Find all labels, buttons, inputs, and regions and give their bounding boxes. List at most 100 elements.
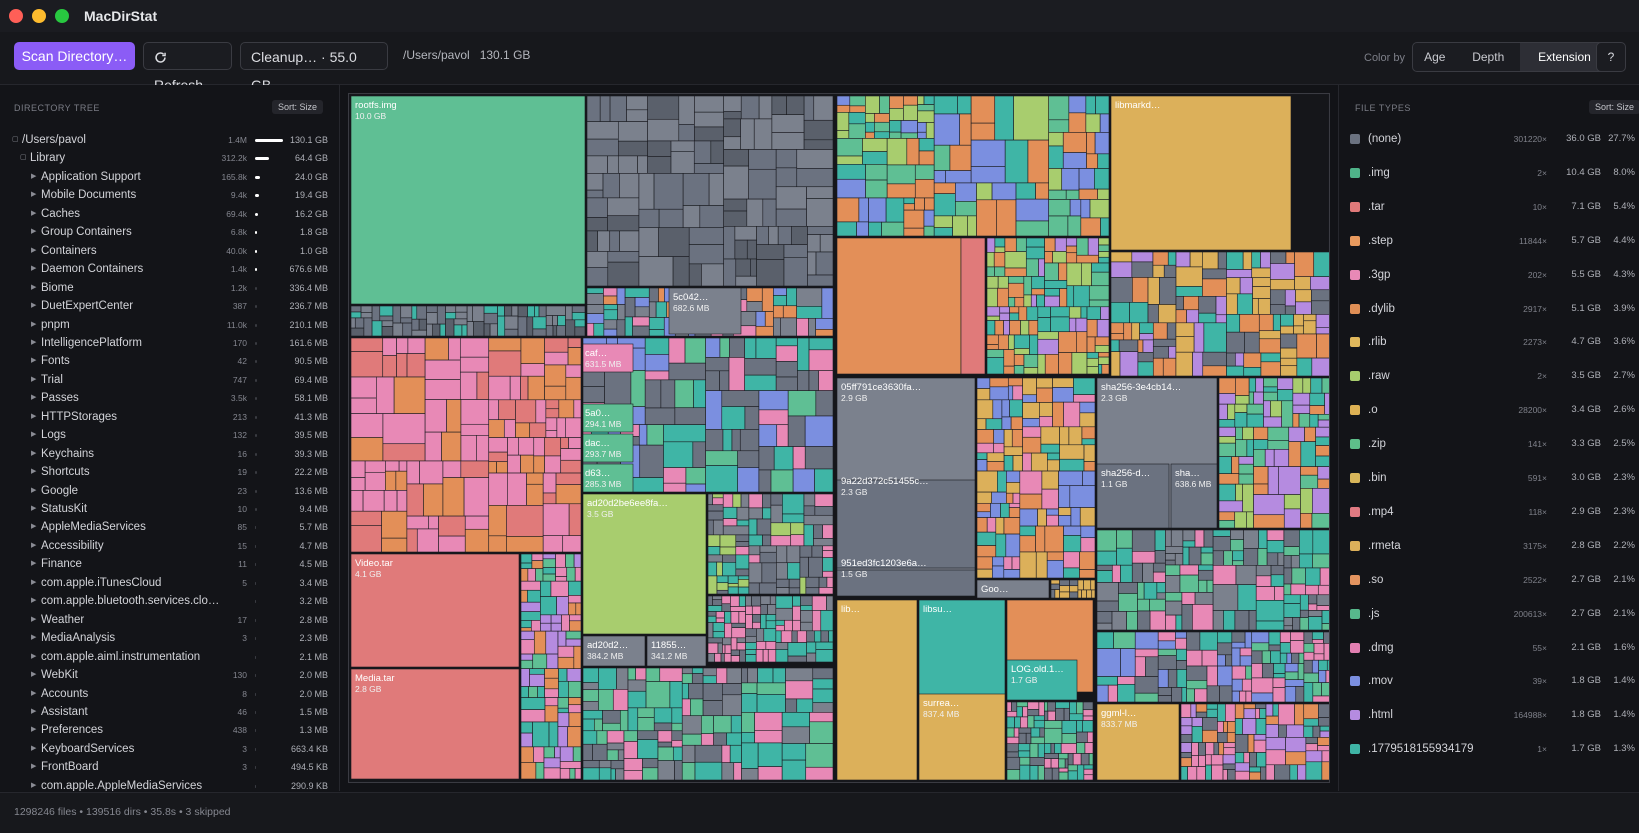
treemap-tile[interactable]: [520, 363, 545, 377]
treemap-tile[interactable]: [1004, 267, 1027, 277]
treemap-tile[interactable]: [889, 120, 902, 133]
treemap-tile[interactable]: [1052, 377, 1074, 388]
treemap-tile[interactable]: [559, 768, 571, 780]
treemap-tile[interactable]: [1231, 678, 1243, 692]
treemap-tile[interactable]: [624, 287, 650, 298]
treemap-tile[interactable]: [986, 357, 1005, 375]
treemap-tile[interactable]: [917, 131, 927, 139]
treemap-tile[interactable]: [1286, 652, 1292, 664]
treemap-tile[interactable]: [507, 437, 519, 456]
treemap-tile[interactable]: [1217, 703, 1226, 722]
treemap-tile[interactable]: [459, 356, 490, 373]
treemap-tile[interactable]: [1037, 508, 1047, 527]
treemap-tile[interactable]: [746, 287, 763, 302]
treemap-tile[interactable]: [659, 667, 683, 682]
treemap-tile[interactable]: [644, 354, 670, 372]
treemap-tile[interactable]: [1019, 508, 1038, 527]
treemap-tile[interactable]: [350, 305, 362, 313]
treemap-tile[interactable]: [1303, 703, 1319, 720]
treemap-tile[interactable]: [438, 515, 466, 537]
treemap-tile[interactable]: [560, 459, 582, 474]
treemap-tile[interactable]: [1239, 647, 1253, 657]
treemap-tile[interactable]: [1083, 774, 1094, 781]
treemap-tile[interactable]: [1253, 494, 1285, 516]
treemap-tile[interactable]: [761, 287, 774, 312]
treemap-tile[interactable]: [1165, 564, 1181, 576]
treemap-tile[interactable]: [1037, 765, 1045, 781]
treemap-tile[interactable]: [748, 545, 761, 556]
treemap-tile[interactable]: [1073, 394, 1096, 403]
treemap-tile[interactable]: [1036, 387, 1053, 403]
treemap-tile[interactable]: [1005, 533, 1021, 558]
treemap-tile[interactable]: [504, 305, 513, 317]
treemap-tile[interactable]: [933, 215, 953, 228]
treemap-tile[interactable]: [976, 545, 997, 558]
treemap-tile[interactable]: [1274, 764, 1291, 781]
treemap-tile[interactable]: [555, 484, 582, 505]
treemap-tile[interactable]: [796, 149, 834, 169]
treemap-tile[interactable]: [1263, 416, 1282, 428]
treemap-tile[interactable]: [535, 399, 547, 424]
treemap-tile[interactable]: [1175, 614, 1183, 631]
treemap-tile[interactable]: [775, 642, 789, 650]
treemap-tile[interactable]: [1248, 610, 1257, 631]
treemap-tile[interactable]: [1311, 639, 1324, 644]
treemap-tile[interactable]: [1052, 401, 1064, 428]
scan-directory-button[interactable]: Scan Directory…: [14, 42, 135, 70]
treemap-tile[interactable]: [1078, 168, 1095, 190]
treemap-tile[interactable]: [1319, 725, 1332, 732]
treemap-tile[interactable]: [1212, 610, 1224, 631]
treemap-tile[interactable]: [1064, 758, 1069, 769]
treemap-tile[interactable]: [1046, 560, 1064, 579]
treemap-tile[interactable]: [1199, 631, 1218, 651]
treemap-tile[interactable]: [1303, 672, 1319, 683]
treemap-tile[interactable]: [1110, 302, 1130, 324]
treemap-tile[interactable]: [350, 437, 384, 462]
disclosure-triangle-icon[interactable]: ▶: [31, 518, 36, 536]
treemap-tile[interactable]: [350, 460, 366, 478]
treemap-tile[interactable]: [1076, 720, 1083, 733]
treemap-tile[interactable]: [1186, 680, 1208, 690]
tree-row[interactable]: ▢ Library 312.2k 64.4 GB: [0, 149, 339, 167]
treemap-tile[interactable]: [381, 537, 408, 553]
treemap-tile[interactable]: [1012, 455, 1023, 472]
treemap-tile[interactable]: [967, 215, 977, 237]
treemap-tile[interactable]: [1253, 483, 1269, 495]
treemap-tile[interactable]: [681, 683, 689, 700]
treemap-tile[interactable]: [1083, 579, 1092, 591]
treemap-tile[interactable]: [1139, 322, 1154, 334]
treemap-tile[interactable]: [775, 345, 798, 362]
treemap-tile[interactable]: [1044, 720, 1063, 729]
treemap-tile[interactable]: [1226, 251, 1244, 270]
treemap-tile[interactable]: [799, 576, 807, 595]
treemap-tile[interactable]: [1326, 659, 1332, 671]
treemap-tile[interactable]: [1152, 322, 1168, 340]
treemap-tile[interactable]: [350, 477, 366, 491]
treemap-tile[interactable]: [1086, 357, 1099, 367]
treemap-tile[interactable]: [1305, 737, 1318, 745]
treemap-tile[interactable]: [1303, 643, 1315, 653]
treemap-tile[interactable]: [1003, 446, 1023, 456]
treemap-tile[interactable]: [1013, 95, 1050, 141]
treemap-tile[interactable]: [1033, 715, 1045, 721]
disclosure-triangle-icon[interactable]: ▶: [31, 408, 36, 426]
tree-row[interactable]: ▶ Google 23 13.6 MB: [0, 482, 339, 500]
treemap-tile[interactable]: [350, 397, 377, 414]
treemap-tile[interactable]: [535, 568, 544, 582]
treemap-tile[interactable]: [1091, 589, 1096, 599]
treemap-tile[interactable]: [1059, 585, 1070, 593]
treemap-tile[interactable]: [710, 140, 724, 164]
treemap-tile[interactable]: [565, 630, 582, 640]
treemap-tile[interactable]: [1029, 743, 1039, 758]
treemap-tile[interactable]: [1070, 507, 1081, 527]
treemap-tile[interactable]: [1303, 659, 1313, 674]
treemap-tile[interactable]: [1225, 654, 1233, 667]
treemap-tile[interactable]: [1094, 132, 1110, 155]
treemap-tile[interactable]: [638, 208, 660, 229]
treemap-tile[interactable]: [724, 653, 732, 663]
treemap-tile[interactable]: [681, 744, 696, 763]
treemap-tile[interactable]: [568, 503, 582, 537]
treemap-tile[interactable]: [1059, 579, 1070, 587]
treemap-tile[interactable]: [782, 305, 797, 319]
treemap-tile[interactable]: [1022, 394, 1037, 403]
